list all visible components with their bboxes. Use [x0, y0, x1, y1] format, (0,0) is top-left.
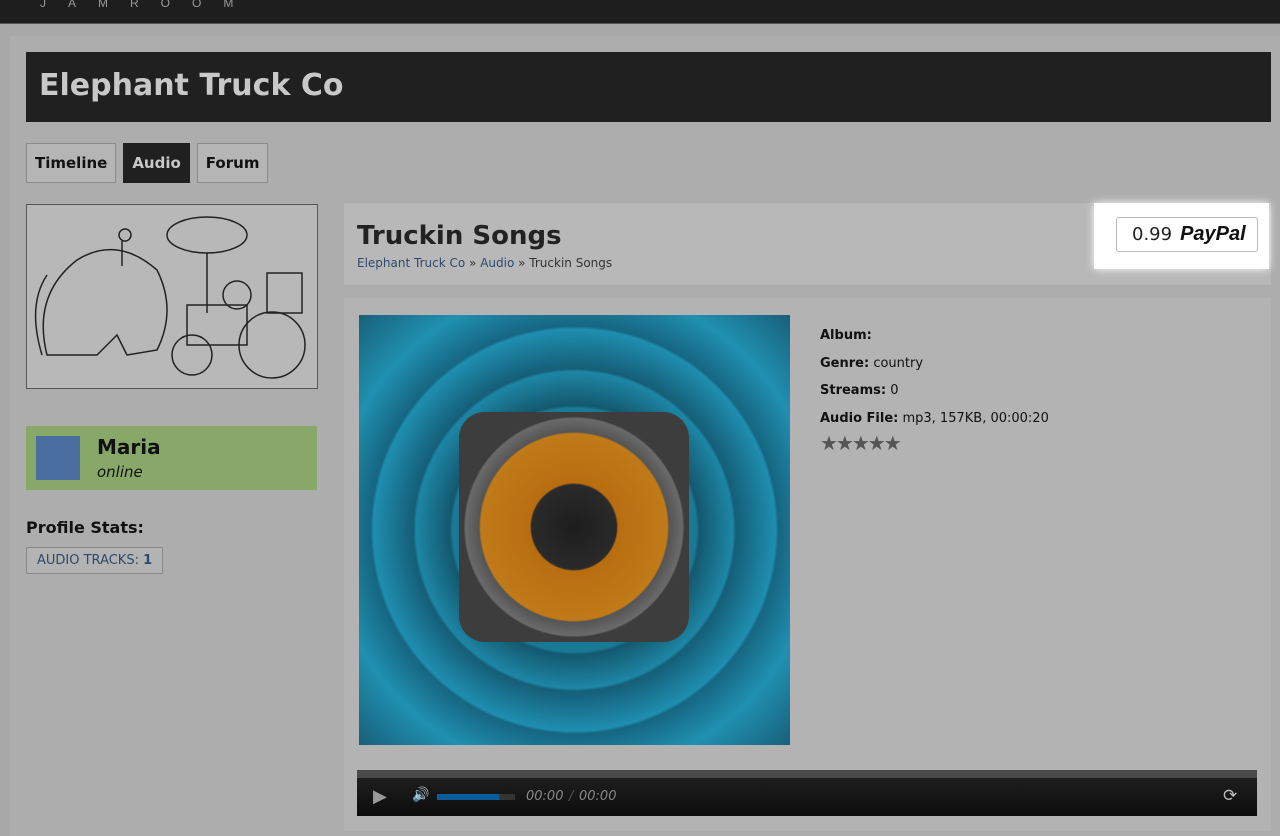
user-status: online — [97, 463, 143, 481]
breadcrumb-sep: » — [469, 256, 477, 270]
breadcrumb: Elephant Truck Co » Audio » Truckin Song… — [357, 256, 612, 270]
song-title: Truckin Songs — [357, 221, 562, 251]
top-nav-bar: JAMROOM — [0, 0, 1280, 24]
play-icon[interactable]: ▶ — [373, 786, 387, 807]
user-name[interactable]: Maria — [97, 435, 161, 459]
audio-tracks-label: AUDIO TRACKS: — [37, 553, 139, 568]
streams-label: Streams: — [820, 383, 887, 398]
duration: 00:00 — [579, 789, 617, 804]
volume-icon[interactable]: 🔊 — [412, 787, 429, 803]
album-label: Album: — [820, 328, 872, 343]
paypal-logo: PayPal — [1180, 223, 1246, 245]
avatar[interactable] — [36, 436, 80, 480]
paypal-highlight: 0.99 PayPal — [1094, 203, 1269, 269]
song-detail: Album: Genre: country Streams: 0 Audio F… — [344, 298, 1271, 831]
profile-banner: Elephant Truck Co — [26, 52, 1271, 122]
breadcrumb-audio[interactable]: Audio — [480, 256, 514, 270]
paypal-buy-button[interactable]: 0.99 PayPal — [1116, 217, 1258, 252]
song-meta: Album: Genre: country Streams: 0 Audio F… — [820, 322, 1049, 454]
tab-forum[interactable]: Forum — [196, 143, 269, 183]
time-sep: / — [569, 789, 574, 804]
audio-tracks-count: 1 — [143, 553, 153, 568]
price: 0.99 — [1132, 224, 1173, 245]
speaker-icon — [454, 407, 694, 647]
genre-value: country — [873, 355, 924, 371]
audio-tracks-badge[interactable]: AUDIO TRACKS: 1 — [26, 547, 164, 574]
genre-label: Genre: — [820, 355, 870, 371]
profile-name[interactable]: Elephant Truck Co — [26, 52, 1271, 119]
profile-stats-heading: Profile Stats: — [26, 518, 144, 537]
profile-image — [26, 204, 318, 389]
song-cover-art — [359, 315, 790, 745]
file-label: Audio File: — [820, 410, 899, 426]
profile-tabs: Timeline Audio Forum — [26, 143, 269, 183]
site-logo[interactable]: JAMROOM — [40, 0, 255, 10]
breadcrumb-current: Truckin Songs — [529, 256, 613, 270]
audio-player: ▶ 🔊 00:00 / 00:00 ⟳ — [357, 770, 1257, 816]
rating-stars[interactable]: ★★★★★ — [820, 432, 1049, 454]
tab-timeline[interactable]: Timeline — [26, 143, 117, 183]
online-user-card[interactable]: Maria online — [26, 426, 317, 490]
elephant-truck-illustration — [34, 216, 306, 379]
file-value: mp3, 157KB, 00:00:20 — [902, 410, 1049, 426]
volume-slider[interactable] — [437, 794, 515, 800]
streams-value: 0 — [890, 383, 899, 398]
breadcrumb-sep: » — [518, 256, 526, 270]
current-time: 00:00 — [526, 789, 564, 804]
breadcrumb-profile[interactable]: Elephant Truck Co — [357, 256, 465, 270]
repeat-icon[interactable]: ⟳ — [1223, 786, 1237, 806]
tab-audio[interactable]: Audio — [123, 143, 190, 183]
